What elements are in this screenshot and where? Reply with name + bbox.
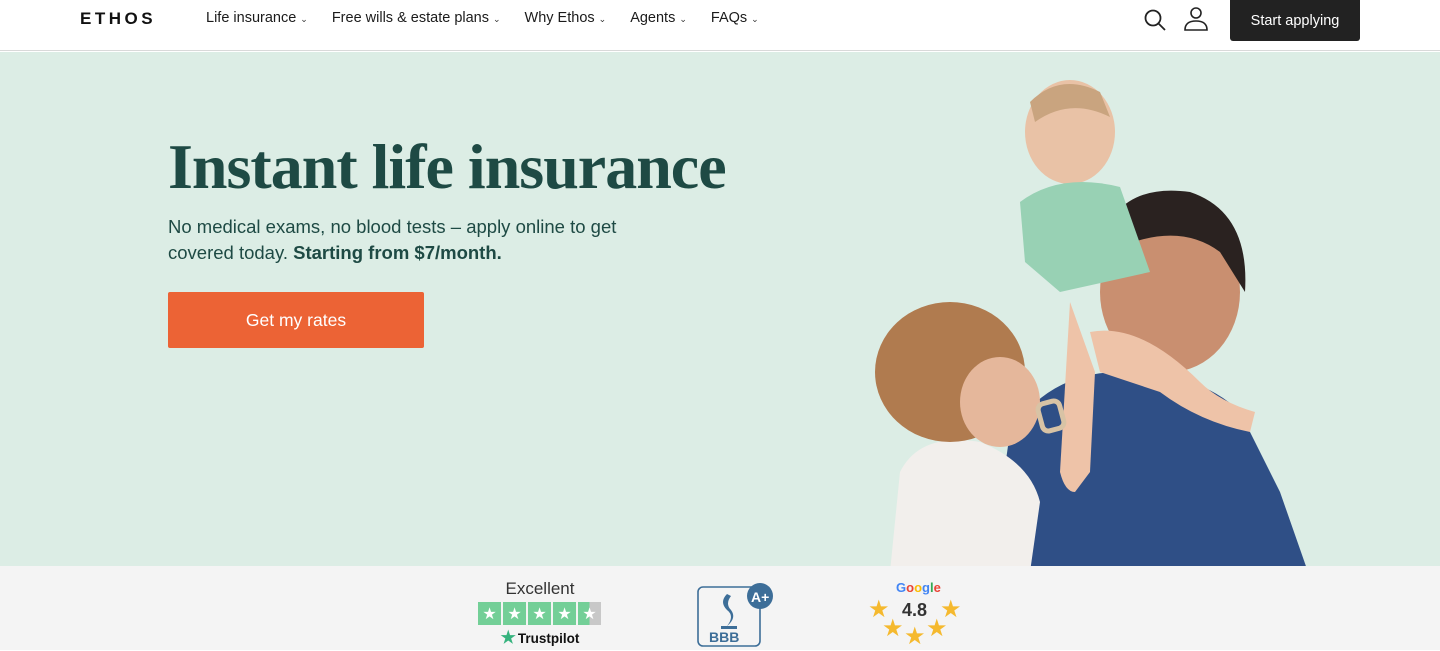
- main-menu: Life insurance ⌄ Free wills & estate plan…: [206, 10, 759, 26]
- google-score: 4.8: [902, 600, 928, 620]
- bbb-text: BBB: [709, 629, 739, 645]
- menu-label: Life insurance: [206, 10, 297, 26]
- menu-item-agents[interactable]: Agents ⌄: [630, 10, 687, 26]
- chevron-down-icon: ⌄: [751, 13, 759, 24]
- bbb-rating: A+: [751, 589, 769, 605]
- user-account-icon[interactable]: [1183, 6, 1209, 32]
- trustpilot-stars: ★ ★ ★ ★ ★: [478, 602, 602, 625]
- menu-item-wills[interactable]: Free wills & estate plans ⌄: [332, 10, 501, 26]
- trustpilot-rating-label: Excellent: [505, 579, 575, 598]
- search-icon[interactable]: [1143, 8, 1167, 32]
- trustpilot-logo: ★ Trustpilot: [478, 628, 602, 648]
- star-icon: ★: [940, 596, 962, 623]
- chevron-down-icon: ⌄: [679, 13, 687, 24]
- hero-title: Instant life insurance: [168, 131, 727, 202]
- star-icon: ★: [528, 602, 551, 625]
- menu-label: Agents: [630, 10, 676, 26]
- chevron-down-icon: ⌄: [492, 13, 501, 24]
- chevron-down-icon: ⌄: [300, 13, 308, 24]
- menu-item-why-ethos[interactable]: Why Ethos ⌄: [525, 10, 607, 26]
- price-highlight: Starting from $7/month.: [293, 242, 502, 263]
- trustpilot-brand: Trustpilot: [517, 630, 580, 646]
- menu-item-life-insurance[interactable]: Life insurance ⌄: [206, 10, 308, 26]
- star-icon: ★: [904, 623, 926, 650]
- google-rating-badge[interactable]: Google 4.8 ★ ★ ★ ★ ★: [866, 580, 966, 650]
- star-icon: ★: [882, 615, 904, 642]
- trust-badges: Excellent ★ ★ ★ ★ ★ ★ Trustpilot BBB A+ G…: [0, 566, 1440, 650]
- bbb-badge[interactable]: BBB A+: [697, 582, 775, 648]
- chevron-down-icon: ⌄: [598, 13, 607, 24]
- menu-label: Free wills & estate plans: [331, 10, 489, 26]
- menu-item-faqs[interactable]: FAQs ⌄: [711, 10, 759, 26]
- menu-label: FAQs: [710, 10, 748, 26]
- ethos-logo[interactable]: ETHOS: [80, 9, 156, 29]
- trustpilot-star-icon: ★: [500, 628, 516, 647]
- half-star-icon: ★: [578, 602, 601, 625]
- hero-subtitle: No medical exams, no blood tests – apply…: [168, 214, 668, 266]
- get-my-rates-button[interactable]: Get my rates: [168, 292, 424, 348]
- star-icon: ★: [478, 602, 501, 625]
- menu-label: Why Ethos: [524, 10, 595, 26]
- star-icon: ★: [553, 602, 576, 625]
- top-nav: ETHOS Life insurance ⌄ Free wills & estat…: [0, 0, 1440, 51]
- google-logo: Google: [896, 580, 941, 595]
- hero-section: Instant life insurance No medical exams,…: [0, 52, 1440, 566]
- start-applying-button[interactable]: Start applying: [1230, 0, 1360, 41]
- family-photo: [875, 80, 1306, 566]
- star-icon: ★: [503, 602, 526, 625]
- trustpilot-badge[interactable]: Excellent ★ ★ ★ ★ ★ ★ Trustpilot: [478, 579, 602, 648]
